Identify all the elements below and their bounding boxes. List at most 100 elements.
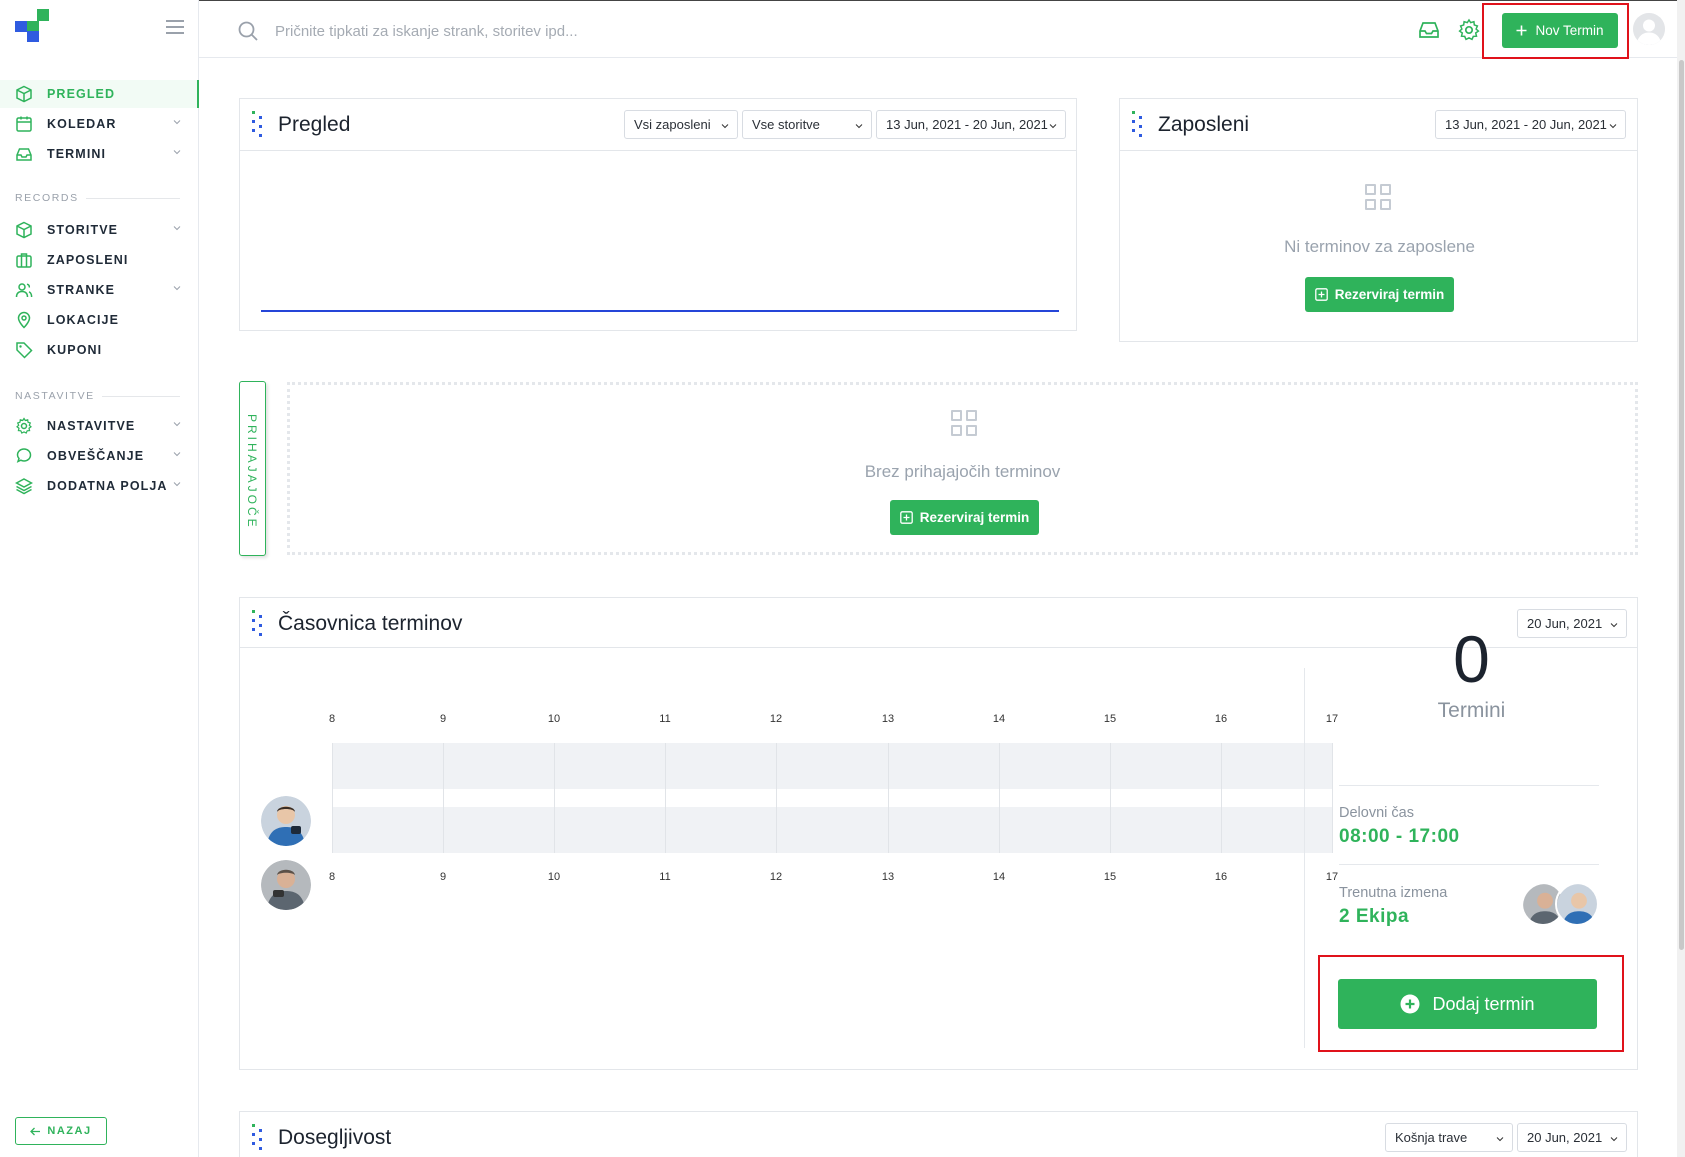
appointment-count-label: Termini <box>1437 699 1506 722</box>
drag-handle-icon[interactable] <box>252 111 266 139</box>
sidebar-item-zaposleni[interactable]: ZAPOSLENI <box>0 246 199 274</box>
drag-handle-icon[interactable] <box>1132 111 1146 139</box>
briefcase-icon <box>16 253 32 268</box>
hour-label-top: 15 <box>1103 713 1117 725</box>
divider <box>1339 864 1599 865</box>
topbar: Nov Termin <box>199 0 1685 58</box>
back-button[interactable]: NAZAJ <box>15 1117 107 1145</box>
employee-filter-select[interactable]: Vsi zaposleni <box>624 110 738 139</box>
plus-square-icon <box>1314 288 1328 301</box>
sidebar-item-label: DODATNA POLJA <box>47 479 168 493</box>
chevron-down-icon <box>173 150 181 155</box>
sidebar-item-label: LOKACIJE <box>47 313 120 327</box>
sidebar-item-label: KUPONI <box>47 343 103 357</box>
sidebar-item-nastavitve[interactable]: NASTAVITVE <box>0 412 199 440</box>
sidebar-item-kuponi[interactable]: KUPONI <box>0 336 199 364</box>
employees-card: Zaposleni 13 Jun, 2021 - 20 Jun, 2021 Ni… <box>1119 98 1638 342</box>
reserve-appointment-button[interactable]: Rezerviraj termin <box>890 500 1039 535</box>
employee-avatar[interactable] <box>261 860 311 910</box>
select-value: 13 Jun, 2021 - 20 Jun, 2021 <box>1445 117 1607 132</box>
hour-label-bottom: 15 <box>1103 871 1117 883</box>
select-value: 13 Jun, 2021 - 20 Jun, 2021 <box>886 117 1048 132</box>
upcoming-tab[interactable]: PRIHAJAJOČE <box>239 381 266 556</box>
gear-icon[interactable] <box>1457 18 1481 42</box>
hour-label-top: 11 <box>659 713 671 725</box>
drag-handle-icon[interactable] <box>252 610 266 638</box>
card-header: Dosegljivost Košnja trave 20 Jun, 2021 <box>240 1112 1637 1157</box>
appointment-count: 0 <box>1453 622 1490 696</box>
scrollbar-thumb[interactable] <box>1679 60 1684 950</box>
sidebar-item-koledar[interactable]: KOLEDAR <box>0 110 199 138</box>
hour-gridline <box>665 743 666 853</box>
select-value: Košnja trave <box>1395 1130 1468 1145</box>
service-filter-select[interactable]: Vse storitve <box>742 110 872 139</box>
sidebar-item-stranke[interactable]: STRANKE <box>0 276 199 304</box>
chevron-down-icon <box>1610 1137 1618 1142</box>
card-header: Pregled Vsi zaposleni Vse storitve 13 Ju… <box>240 99 1076 151</box>
chevron-down-icon <box>173 422 181 427</box>
date-select[interactable]: 20 Jun, 2021 <box>1517 1123 1627 1152</box>
add-appointment-button[interactable]: Dodaj termin <box>1338 979 1597 1029</box>
employee-avatar[interactable] <box>261 796 311 846</box>
hour-label-top: 10 <box>547 713 561 725</box>
chart-line <box>261 310 1059 312</box>
inbox-icon <box>16 148 32 161</box>
hour-gridline <box>1110 743 1111 853</box>
upcoming-tab-label: PRIHAJAJOČE <box>245 414 259 530</box>
shift-label: Trenutna izmena <box>1339 885 1448 901</box>
hour-label-bottom: 8 <box>328 871 336 883</box>
sidebar: PREGLED KOLEDAR TERMINI RECORDS STORITVE… <box>0 0 199 1157</box>
card-title: Zaposleni <box>1158 113 1250 136</box>
card-title: Dosegljivost <box>278 1126 392 1149</box>
divider <box>1339 785 1599 786</box>
hour-label-bottom: 10 <box>547 871 561 883</box>
hour-label-bottom: 16 <box>1214 871 1228 883</box>
new-appointment-button[interactable]: Nov Termin <box>1502 13 1618 48</box>
gear-icon <box>16 417 32 434</box>
select-value: 20 Jun, 2021 <box>1527 1130 1603 1145</box>
empty-state-text: Brez prihajajočih terminov <box>864 462 1061 481</box>
app-logo[interactable] <box>15 9 49 42</box>
date-range-select[interactable]: 13 Jun, 2021 - 20 Jun, 2021 <box>1435 110 1626 139</box>
plus-icon <box>1516 25 1527 36</box>
plus-circle-icon <box>1400 994 1420 1014</box>
sidebar-item-label: TERMINI <box>47 147 107 161</box>
map-pin-icon <box>17 311 31 329</box>
chevron-down-icon <box>173 226 181 231</box>
chevron-down-icon <box>721 124 729 129</box>
hour-gridline <box>332 743 333 853</box>
shift-value: 2 Ekipa <box>1339 906 1410 927</box>
hour-gridline <box>443 743 444 853</box>
grid-icon <box>1365 184 1393 212</box>
drag-handle-icon[interactable] <box>252 1124 266 1152</box>
sidebar-item-storitve[interactable]: STORITVE <box>0 216 199 244</box>
card-title: Pregled <box>278 113 351 136</box>
sidebar-item-label: KOLEDAR <box>47 117 117 131</box>
search-input[interactable] <box>275 17 1175 45</box>
hour-gridline <box>554 743 555 853</box>
inbox-icon[interactable] <box>1417 18 1441 42</box>
section-title-settings: NASTAVITVE <box>15 390 95 402</box>
box-icon <box>16 221 32 239</box>
sidebar-item-label: STRANKE <box>47 283 116 297</box>
timeline-row[interactable] <box>332 807 1332 853</box>
date-range-select[interactable]: 13 Jun, 2021 - 20 Jun, 2021 <box>876 110 1066 139</box>
user-icon <box>1633 13 1665 45</box>
sidebar-item-pregled[interactable]: PREGLED <box>0 80 199 108</box>
timeline-row[interactable] <box>332 743 1332 789</box>
new-appointment-label: Nov Termin <box>1535 23 1604 38</box>
service-select[interactable]: Košnja trave <box>1385 1123 1513 1152</box>
sidebar-item-termini[interactable]: TERMINI <box>0 140 199 168</box>
sidebar-item-obvescanje[interactable]: OBVEŠČANJE <box>0 442 199 470</box>
reserve-appointment-button[interactable]: Rezerviraj termin <box>1305 277 1454 312</box>
chevron-down-icon <box>1496 1137 1504 1142</box>
user-avatar[interactable] <box>1633 13 1665 45</box>
employee-photo <box>261 860 311 910</box>
hour-label-bottom: 13 <box>881 871 895 883</box>
chevron-down-icon <box>173 286 181 291</box>
menu-toggle-icon[interactable] <box>166 20 184 34</box>
users-icon <box>15 283 33 298</box>
sidebar-item-dodatna-polja[interactable]: DODATNA POLJA <box>0 472 199 500</box>
sidebar-item-lokacije[interactable]: LOKACIJE <box>0 306 199 334</box>
hour-label-top: 9 <box>439 713 447 725</box>
